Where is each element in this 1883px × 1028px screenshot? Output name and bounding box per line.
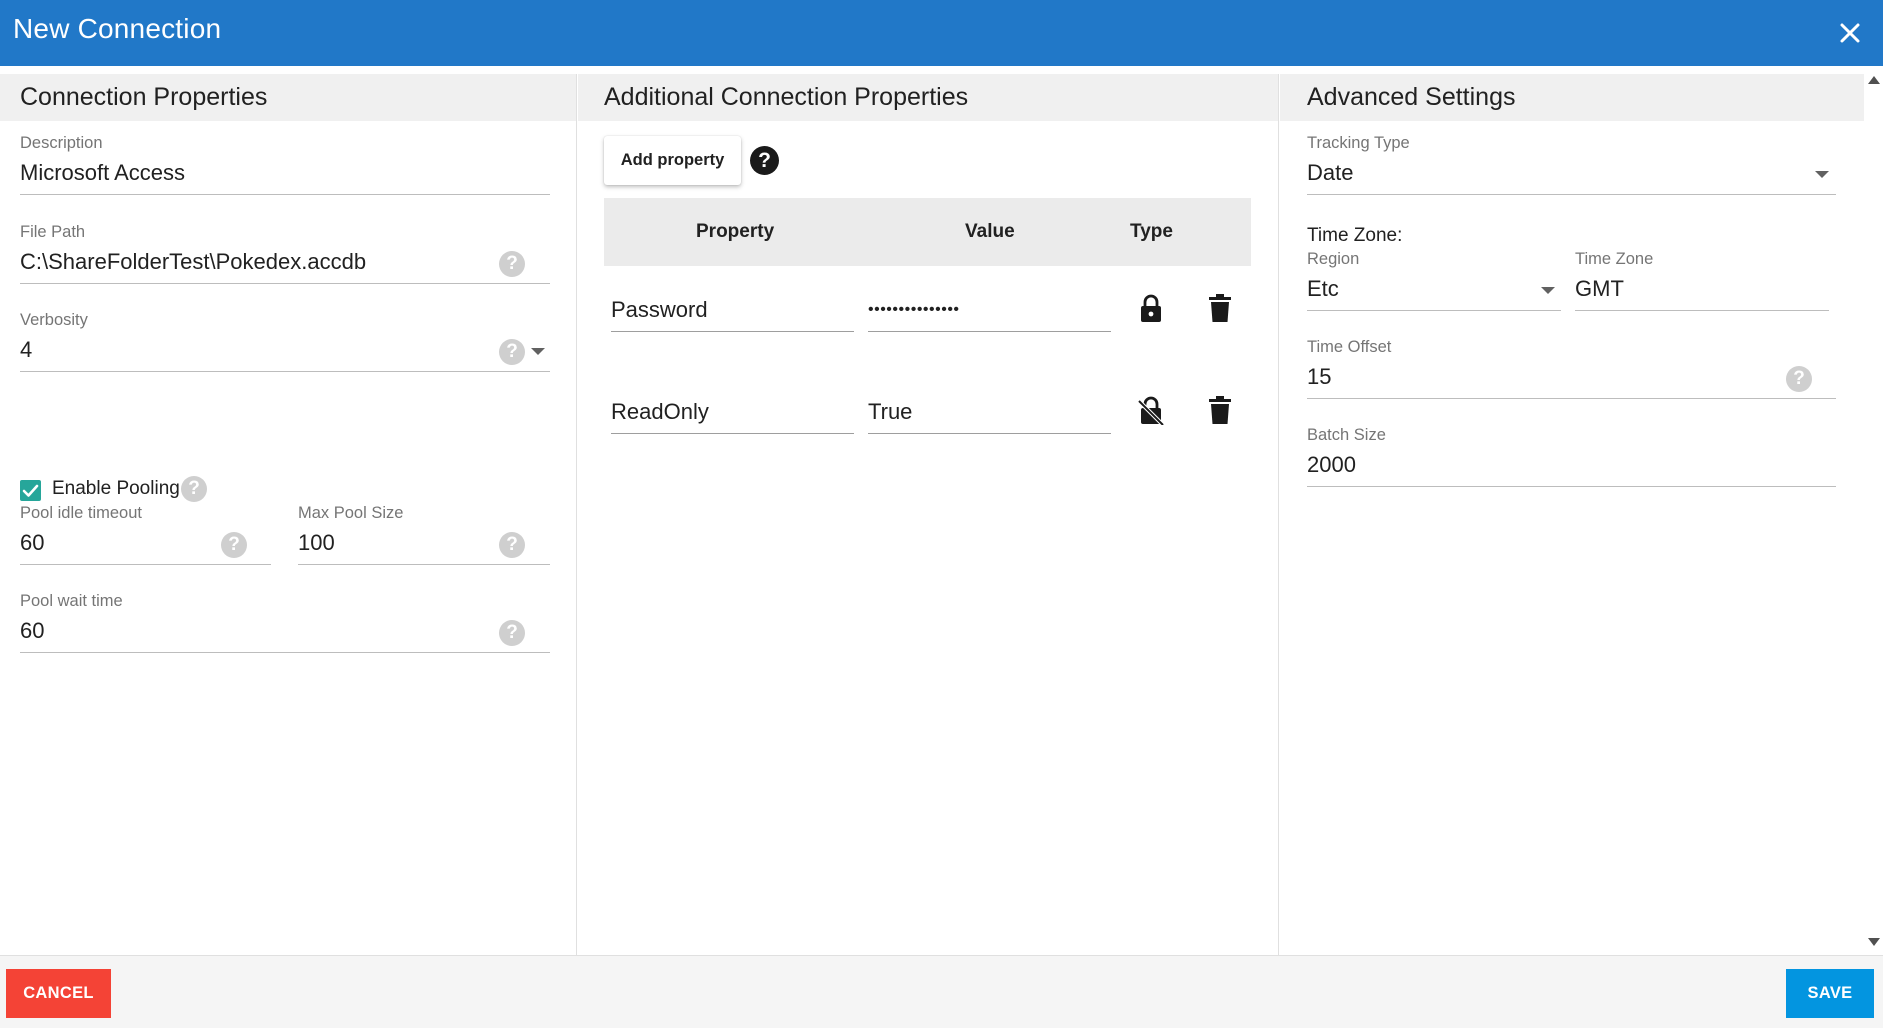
property-value-value: True bbox=[868, 399, 913, 424]
verbosity-value: 4 bbox=[20, 337, 33, 362]
region-value: Etc bbox=[1307, 276, 1339, 301]
trash-icon[interactable] bbox=[1207, 395, 1233, 425]
time-zone-value: GMT bbox=[1575, 276, 1624, 301]
help-icon[interactable]: ? bbox=[499, 620, 525, 646]
property-name-value: Password bbox=[611, 297, 708, 322]
time-zone-heading: Time Zone: bbox=[1307, 225, 1403, 246]
file-path-label: File Path bbox=[20, 223, 86, 241]
property-value-value: ••••••••••••••• bbox=[868, 301, 960, 318]
dialog-titlebar: New Connection bbox=[0, 0, 1883, 66]
help-icon[interactable]: ? bbox=[750, 146, 779, 175]
connection-properties-header: Connection Properties bbox=[0, 74, 576, 121]
description-label: Description bbox=[20, 134, 103, 152]
batch-size-value: 2000 bbox=[1307, 452, 1356, 477]
column-header-property: Property bbox=[696, 221, 775, 242]
tracking-type-label: Tracking Type bbox=[1307, 134, 1410, 152]
connection-properties-panel: Connection Properties Description Micros… bbox=[0, 74, 577, 955]
time-zone-label: Time Zone bbox=[1575, 250, 1654, 268]
description-value: Microsoft Access bbox=[20, 160, 186, 185]
scroll-down-icon[interactable] bbox=[1868, 938, 1880, 946]
tracking-type-value: Date bbox=[1307, 160, 1354, 185]
verbosity-label: Verbosity bbox=[20, 311, 88, 329]
additional-properties-panel: Additional Connection Properties Add pro… bbox=[578, 74, 1279, 955]
enable-pooling-label: Enable Pooling bbox=[52, 478, 180, 499]
max-pool-size-label: Max Pool Size bbox=[298, 504, 404, 522]
chevron-down-icon[interactable] bbox=[1815, 171, 1829, 178]
advanced-settings-panel: Advanced Settings Tracking Type Date Tim… bbox=[1280, 74, 1864, 955]
pool-idle-timeout-value: 60 bbox=[20, 530, 45, 555]
column-header-value: Value bbox=[965, 221, 1015, 242]
add-property-button[interactable]: Add property bbox=[604, 136, 741, 185]
vertical-scrollbar[interactable] bbox=[1864, 66, 1883, 955]
time-offset-label: Time Offset bbox=[1307, 338, 1392, 356]
column-header-type: Type bbox=[1130, 221, 1173, 242]
help-icon[interactable]: ? bbox=[181, 476, 207, 502]
help-icon[interactable]: ? bbox=[499, 251, 525, 277]
help-icon[interactable]: ? bbox=[499, 339, 525, 365]
cancel-button[interactable]: CANCEL bbox=[6, 969, 111, 1018]
lock-icon[interactable] bbox=[1138, 293, 1164, 323]
batch-size-label: Batch Size bbox=[1307, 426, 1386, 444]
properties-table-header: Property Value Type bbox=[604, 198, 1251, 266]
advanced-settings-header: Advanced Settings bbox=[1280, 74, 1864, 121]
pool-wait-time-label: Pool wait time bbox=[20, 592, 123, 610]
dialog-footer: CANCEL SAVE bbox=[0, 955, 1883, 1028]
dialog-title: New Connection bbox=[13, 13, 222, 44]
chevron-down-icon[interactable] bbox=[531, 348, 545, 355]
help-icon[interactable]: ? bbox=[1786, 366, 1812, 392]
additional-properties-header: Additional Connection Properties bbox=[578, 74, 1278, 121]
pool-idle-timeout-label: Pool idle timeout bbox=[20, 504, 142, 522]
close-icon[interactable] bbox=[1834, 17, 1866, 49]
unlocked-icon[interactable] bbox=[1138, 395, 1164, 425]
help-icon[interactable]: ? bbox=[499, 532, 525, 558]
region-label: Region bbox=[1307, 250, 1360, 268]
chevron-down-icon[interactable] bbox=[1541, 287, 1555, 294]
property-name-value: ReadOnly bbox=[611, 399, 709, 424]
trash-icon[interactable] bbox=[1207, 293, 1233, 323]
time-offset-value: 15 bbox=[1307, 364, 1332, 389]
max-pool-size-value: 100 bbox=[298, 530, 335, 555]
pool-wait-time-value: 60 bbox=[20, 618, 45, 643]
help-icon[interactable]: ? bbox=[221, 532, 247, 558]
save-button[interactable]: SAVE bbox=[1786, 969, 1874, 1018]
scroll-up-icon[interactable] bbox=[1868, 76, 1880, 84]
dialog-content: Connection Properties Description Micros… bbox=[0, 74, 1864, 955]
file-path-value: C:\ShareFolderTest\Pokedex.accdb bbox=[20, 249, 367, 274]
checkmark-icon bbox=[22, 484, 39, 497]
enable-pooling-checkbox[interactable] bbox=[20, 480, 41, 501]
